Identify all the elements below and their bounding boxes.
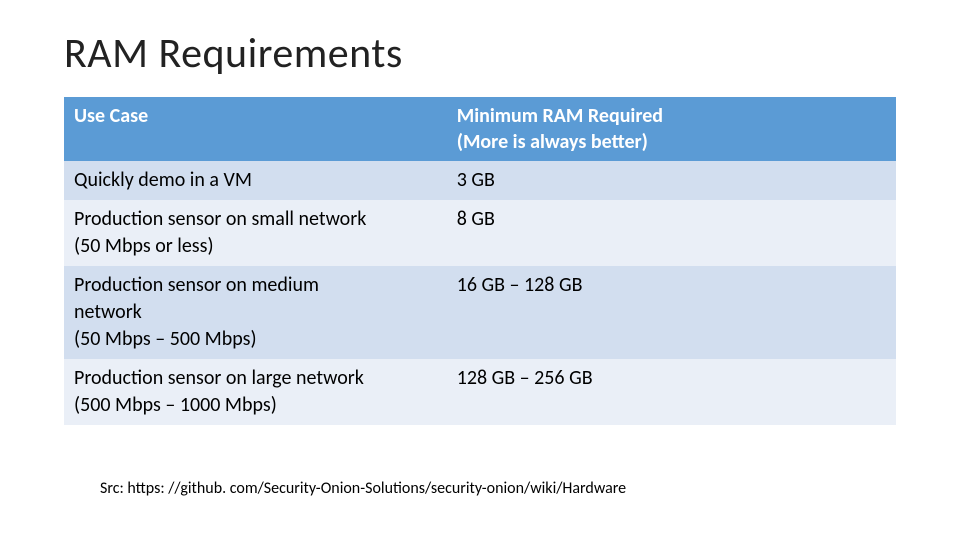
table-row: Production sensor on medium network (50 … xyxy=(64,266,896,359)
cell-text: Quickly demo in a VM xyxy=(74,168,252,192)
cell-text: Production sensor on medium xyxy=(74,273,319,297)
header-use-case-text: Use Case xyxy=(74,104,148,128)
cell-use-case: Production sensor on large network (500 … xyxy=(64,359,447,425)
cell-text: network xyxy=(74,300,142,324)
cell-text: 16 GB – 128 GB xyxy=(457,273,583,297)
table-header-row: Use Case Minimum RAM Required (More is a… xyxy=(64,97,896,161)
header-min-ram-line2: (More is always better) xyxy=(457,130,648,154)
header-min-ram-line1: Minimum RAM Required xyxy=(457,104,663,128)
cell-use-case: Production sensor on medium network (50 … xyxy=(64,266,447,359)
cell-text: (50 Mbps or less) xyxy=(74,234,214,258)
cell-text: 128 GB – 256 GB xyxy=(457,366,593,390)
cell-ram: 128 GB – 256 GB xyxy=(447,359,896,425)
cell-text: 8 GB xyxy=(457,207,495,231)
cell-text: Production sensor on large network xyxy=(74,366,364,390)
table-row: Quickly demo in a VM 3 GB xyxy=(64,161,896,200)
slide: RAM Requirements Use Case Minimum RAM Re… xyxy=(0,0,960,540)
cell-text: Production sensor on small network xyxy=(74,207,366,231)
header-use-case: Use Case xyxy=(64,97,447,161)
cell-text: (500 Mbps – 1000 Mbps) xyxy=(74,393,277,417)
cell-use-case: Quickly demo in a VM xyxy=(64,161,447,200)
cell-ram: 8 GB xyxy=(447,200,896,266)
cell-ram: 16 GB – 128 GB xyxy=(447,266,896,359)
cell-text: 3 GB xyxy=(457,168,495,192)
ram-requirements-table: Use Case Minimum RAM Required (More is a… xyxy=(64,97,896,425)
table-row: Production sensor on small network (50 M… xyxy=(64,200,896,266)
cell-ram: 3 GB xyxy=(447,161,896,200)
cell-text: (50 Mbps – 500 Mbps) xyxy=(74,327,257,351)
table-row: Production sensor on large network (500 … xyxy=(64,359,896,425)
cell-use-case: Production sensor on small network (50 M… xyxy=(64,200,447,266)
page-title: RAM Requirements xyxy=(64,28,896,79)
header-min-ram: Minimum RAM Required (More is always bet… xyxy=(447,97,896,161)
source-citation: Src: https: //github. com/Security-Onion… xyxy=(100,479,626,498)
